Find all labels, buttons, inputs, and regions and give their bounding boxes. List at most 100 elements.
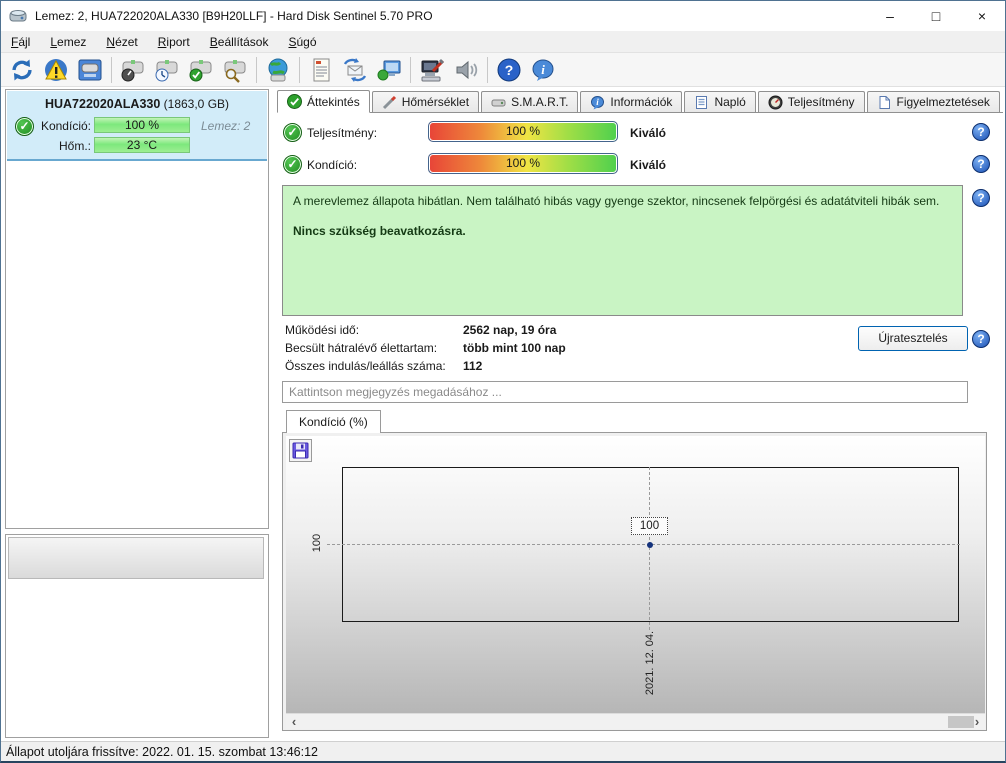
disk-model: HUA722020ALA330 [44,97,161,111]
network-disks-button[interactable] [261,55,295,85]
performance-bar: 100 % [428,121,618,142]
disk-search-button[interactable] [218,55,252,85]
chart-point-label: 100 [631,517,668,535]
disk-clock-icon [155,59,178,81]
refresh-icon [12,59,32,80]
send-report-icon [343,57,367,82]
information-icon: i [591,95,605,109]
smart-disk-icon [491,99,506,106]
disk-warning-button[interactable] [39,55,73,85]
disk-temp-label: Hőm.: [58,139,91,153]
close-button[interactable]: × [959,1,1005,31]
help-icon: ? [497,58,521,81]
chart-data-point [647,542,653,548]
tab-bar: Áttekintés Hőmérséklet S.M.A.R.T. i Info… [277,90,1003,113]
performance-help-button[interactable]: ? [972,123,990,141]
disk-card[interactable]: HUA722020ALA330 (1863,0 GB) ✓ Kondíció: … [7,91,267,161]
disk-health-ok-icon: ✓ [15,117,34,136]
status-help-button[interactable]: ? [972,189,990,207]
warnings-page-icon [879,95,890,109]
start-stop-value: 112 [463,359,483,373]
condition-rating: Kiváló [630,158,667,172]
hardware-test-button[interactable] [415,55,449,85]
lifetime-label: Becsült hátralévő élettartam: [285,341,438,355]
comment-input[interactable] [282,381,968,403]
svg-text:i: i [541,62,545,77]
disk-tag: Lemez: 2 [201,119,251,133]
disk-temp-bar: 23 °C [94,137,190,153]
disk-performance-button[interactable] [116,55,150,85]
app-icon [9,10,27,22]
save-chart-button[interactable] [289,439,312,462]
chart-tab-kondicio[interactable]: Kondíció (%) [286,410,381,433]
thermometer-icon [382,95,396,109]
toolbar-separator [410,56,411,83]
menu-settings[interactable]: Beállítások [200,32,279,52]
tab-naplo[interactable]: Napló [684,91,756,112]
chart-gridline-vertical [649,467,650,630]
sidebar-lower-strip[interactable] [8,537,264,579]
save-icon [292,442,309,459]
disk-warning-icon [45,58,67,81]
retest-help-button[interactable]: ? [972,330,990,348]
log-icon [696,95,708,109]
disk-condition-label: Kondíció: [40,119,91,133]
tab-figyelmeztetesek[interactable]: Figyelmeztetések [866,91,1000,112]
report-button[interactable] [304,55,338,85]
disk-ok-icon [189,59,212,81]
status-bar: Állapot utoljára frissítve: 2022. 01. 15… [1,741,1005,761]
maximize-button[interactable]: □ [913,1,959,31]
sound-icon [456,60,478,79]
condition-help-button[interactable]: ? [972,155,990,173]
tab-attekintes[interactable]: Áttekintés [277,90,370,113]
menu-bar: Fájl Lemez Nézet Riport Beállítások Súgó [1,31,1005,53]
toolbar-separator [299,56,300,83]
tab-informaciok[interactable]: i Információk [580,91,683,112]
tab-smart[interactable]: S.M.A.R.T. [481,91,579,112]
remote-monitor-icon [377,60,401,80]
status-advice: Nincs szükség beavatkozásra. [293,224,466,238]
toolbar: ? i [1,53,1005,87]
svg-text:?: ? [505,62,514,78]
start-stop-label: Összes indulás/leállás száma: [285,359,446,373]
tab-homerseklet[interactable]: Hőmérséklet [371,91,480,112]
toolbar-separator [256,56,257,83]
overview-ok-icon [287,94,302,109]
lifetime-value: több mint 100 nap [463,341,566,355]
disk-size: (1863,0 GB) [163,97,230,111]
tab-teljesitmeny[interactable]: Teljesítmény [757,91,865,112]
info-icon: i [532,59,554,81]
chart-scrollbar[interactable]: ‹ › [286,713,985,729]
info-button[interactable]: i [526,55,560,85]
help-button[interactable]: ? [492,55,526,85]
menu-disk[interactable]: Lemez [40,32,96,52]
retest-button[interactable]: Újratesztelés [858,326,968,351]
performance-rating: Kiváló [630,126,667,140]
scroll-thumb[interactable] [948,716,974,728]
performance-label: Teljesítmény: [307,126,378,140]
send-report-button[interactable] [338,55,372,85]
disk-monitor-button[interactable] [73,55,107,85]
report-icon [313,58,330,81]
scroll-left-arrow[interactable]: ‹ [286,714,302,729]
hardware-test-icon [421,58,445,81]
status-text: A merevlemez állapota hibátlan. Nem talá… [293,194,940,208]
title-bar: Lemez: 2, HUA722020ALA330 [B9H20LLF] - H… [1,1,1005,31]
menu-report[interactable]: Riport [148,32,200,52]
disk-clock-button[interactable] [150,55,184,85]
performance-gauge-icon [768,95,783,109]
menu-file[interactable]: Fájl [1,32,40,52]
status-box: A merevlemez állapota hibátlan. Nem talá… [282,185,963,316]
disk-ok-button[interactable] [184,55,218,85]
chart-panel: 100 100 2021. 12. 04. ‹ › [282,432,987,731]
remote-monitor-button[interactable] [372,55,406,85]
chart-x-tick-label: 2021. 12. 04. [644,630,656,696]
menu-view[interactable]: Nézet [96,32,147,52]
disk-list: HUA722020ALA330 (1863,0 GB) ✓ Kondíció: … [5,89,269,529]
sound-button[interactable] [449,55,483,85]
refresh-button[interactable] [5,55,39,85]
minimize-button[interactable]: – [867,1,913,31]
menu-help[interactable]: Súgó [278,32,326,52]
power-on-time-value: 2562 nap, 19 óra [463,323,557,337]
disk-monitor-icon [78,59,102,80]
